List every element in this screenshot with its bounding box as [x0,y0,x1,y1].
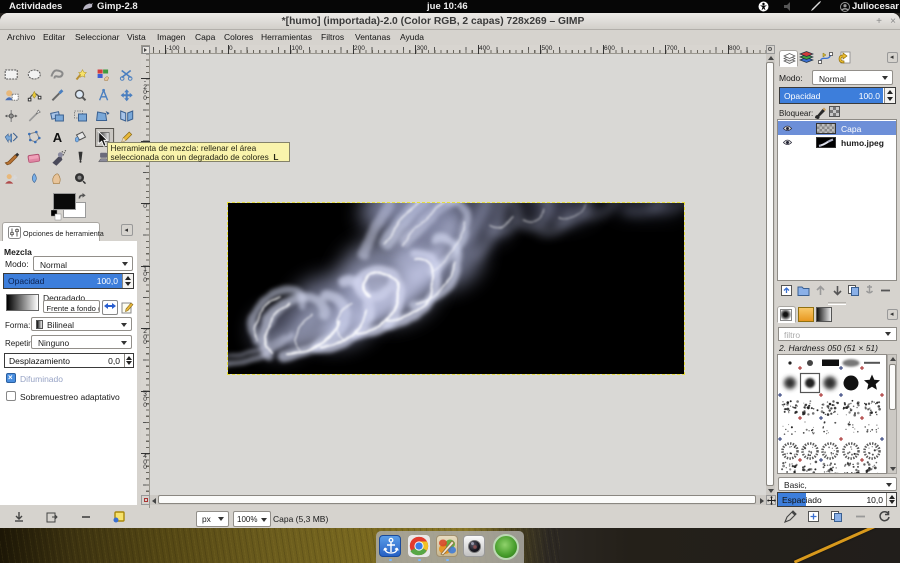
svg-text:A: A [53,130,63,145]
